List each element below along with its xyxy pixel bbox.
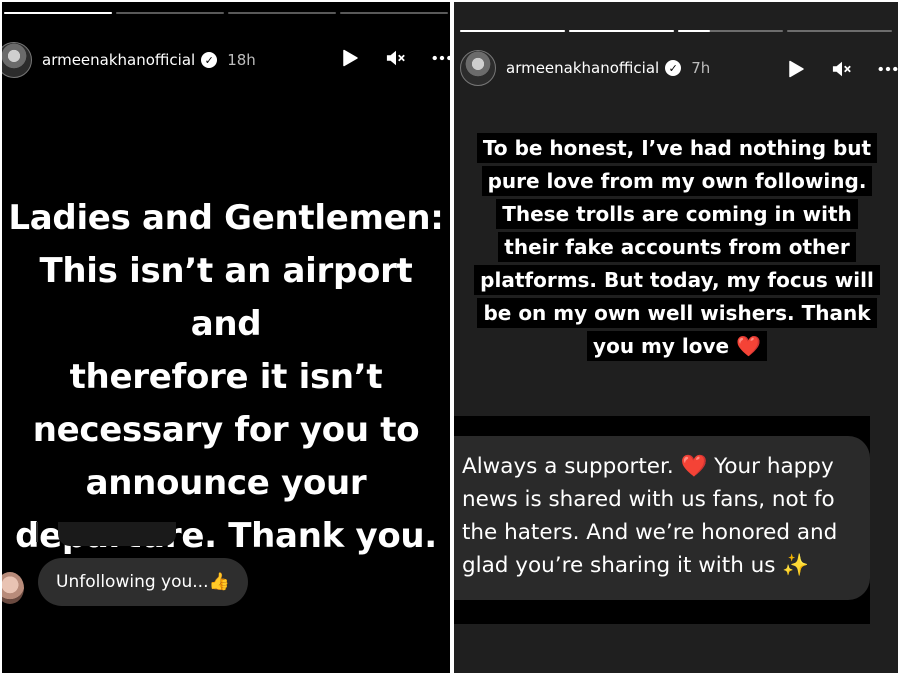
message-line: necessary for you to [32,410,420,450]
progress-segment [569,30,674,32]
progress-segment [787,30,892,32]
verified-badge-icon: ✓ [665,60,682,76]
post-time: 7h [691,59,711,77]
message-line: pure love from my own following. [472,165,882,198]
message-line: platforms. But today, my focus will [472,264,882,297]
mute-icon[interactable] [832,59,852,79]
message-line: Ladies and Gentlemen: [8,198,444,238]
message-line: These trolls are coming in with [472,198,882,231]
avatar[interactable] [2,42,32,78]
story-controls [340,48,450,68]
avatar[interactable] [460,50,496,86]
message-line: be on my own well wishers. Thank [472,297,882,330]
message-line: To be honest, I’ve had nothing but [472,132,882,165]
shared-comment: Always a supporter. ❤️ Your happy news i… [454,436,870,600]
progress-segment [460,30,565,32]
story-header: armeenakhanofficial ✓ 7h [460,50,710,86]
faded-reply-bubble [58,522,176,546]
progress-fill [569,30,674,32]
progress-fill [4,12,112,14]
faded-divider [36,522,38,542]
message-line: This isn’t an airport and [39,251,413,344]
left-story-panel: armeenakhanofficial ✓ 18h Ladies and Gen… [2,2,450,673]
comment-line: the haters. And we’re honored and [462,520,838,545]
message-line: therefore it isn’t [69,357,383,397]
story-progress [460,30,892,32]
progress-fill [678,30,710,32]
story-progress [4,12,448,14]
message-line: you my love ❤️ [472,330,882,363]
comment-text: Always a supporter. ❤️ Your happy news i… [462,450,870,582]
right-story-panel: armeenakhanofficial ✓ 7h To be honest, I… [454,2,898,673]
progress-segment [228,12,336,14]
message-line: their fake accounts from other [472,231,882,264]
progress-segment [678,30,783,32]
story-message: To be honest, I’ve had nothing but pure … [472,132,882,363]
comment-line: news is shared with us fans, not fo [462,487,835,512]
play-icon[interactable] [340,48,360,68]
reply-avatar [2,572,24,604]
progress-segment [4,12,112,14]
more-icon[interactable] [878,59,898,79]
play-icon[interactable] [786,59,806,79]
reply-bubble: Unfollowing you...👍 [38,558,248,606]
message-line: announce your [85,463,367,503]
mute-icon[interactable] [386,48,406,68]
username[interactable]: armeenakhanofficial [42,51,195,69]
story-message: Ladies and Gentlemen: This isn’t an airp… [6,192,446,563]
progress-fill [460,30,565,32]
comment-line: Always a supporter. ❤️ Your happy [462,454,834,479]
comment-line: glad you’re sharing it with us ✨ [462,553,810,578]
progress-segment [116,12,224,14]
story-controls [786,59,898,79]
progress-segment [340,12,448,14]
username[interactable]: armeenakhanofficial [506,59,659,77]
post-time: 18h [227,51,256,69]
more-icon[interactable] [432,48,450,68]
story-header: armeenakhanofficial ✓ 18h [2,42,256,78]
verified-badge-icon: ✓ [201,52,218,68]
